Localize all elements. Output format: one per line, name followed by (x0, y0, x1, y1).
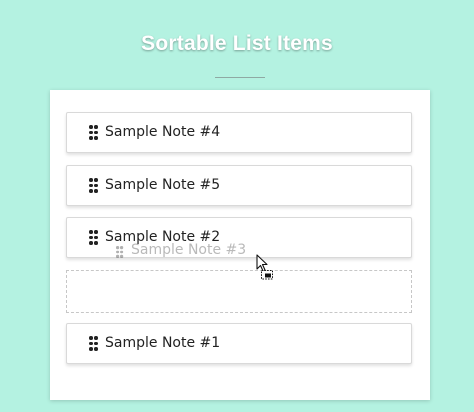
drag-handle-icon[interactable] (89, 178, 98, 193)
list-item[interactable]: Sample Note #4 (66, 112, 412, 153)
title-divider (215, 77, 265, 78)
list-item-label: Sample Note #5 (105, 177, 221, 193)
page-title: Sortable List Items (141, 32, 333, 55)
list-item[interactable]: Sample Note #1 (66, 323, 412, 364)
list-item-label: Sample Note #4 (105, 124, 221, 140)
dragging-item-label: Sample Note #3 (131, 242, 247, 258)
list-item[interactable]: Sample Note #5 (66, 165, 412, 206)
drag-handle-icon[interactable] (89, 125, 98, 140)
drop-placeholder[interactable] (66, 270, 412, 313)
list-item-label: Sample Note #1 (105, 335, 221, 351)
drag-handle-icon (116, 246, 124, 258)
drag-handle-icon[interactable] (89, 336, 98, 351)
drag-handle-icon[interactable] (89, 230, 98, 245)
move-cursor-icon (256, 254, 276, 282)
